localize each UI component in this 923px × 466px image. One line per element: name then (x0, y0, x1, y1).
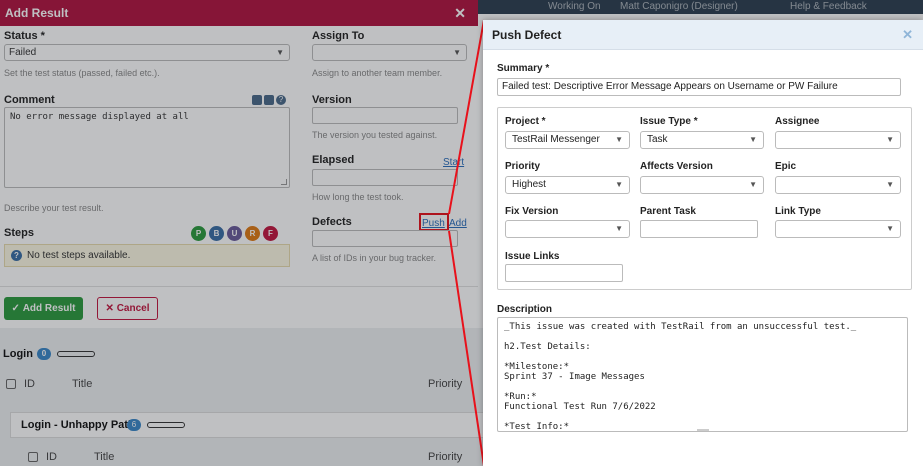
issue-type-value: Task (647, 134, 668, 145)
dialog-header: Push Defect ✕ (483, 20, 923, 50)
priority-select[interactable]: Highest ▼ (505, 176, 630, 194)
link-type-label: Link Type (775, 206, 821, 217)
assignee-select[interactable]: ▼ (775, 131, 901, 149)
project-label: Project * (505, 116, 546, 127)
callout-line-top (448, 19, 485, 215)
issue-type-label: Issue Type * (640, 116, 698, 127)
priority-label: Priority (505, 161, 541, 172)
dialog-title: Push Defect (492, 28, 562, 42)
link-type-select[interactable]: ▼ (775, 220, 901, 238)
issue-links-label: Issue Links (505, 251, 560, 262)
affects-version-label: Affects Version (640, 161, 713, 172)
issue-type-select[interactable]: Task ▼ (640, 131, 764, 149)
description-label: Description (497, 304, 553, 315)
chevron-down-icon: ▼ (886, 180, 894, 189)
parent-task-input[interactable] (640, 220, 758, 238)
push-defect-dialog: Push Defect ✕ Summary * Failed test: Des… (483, 20, 923, 466)
project-select[interactable]: TestRail Messenger ▼ (505, 131, 630, 149)
chevron-down-icon: ▼ (749, 135, 757, 144)
priority-value: Highest (512, 179, 546, 190)
chevron-down-icon: ▼ (615, 224, 623, 233)
chevron-down-icon: ▼ (615, 180, 623, 189)
summary-input[interactable]: Failed test: Descriptive Error Message A… (497, 78, 901, 96)
chevron-down-icon: ▼ (615, 135, 623, 144)
assignee-label: Assignee (775, 116, 820, 127)
affects-version-select[interactable]: ▼ (640, 176, 764, 194)
fix-version-select[interactable]: ▼ (505, 220, 630, 238)
resize-handle[interactable] (697, 429, 709, 431)
close-icon[interactable]: ✕ (902, 20, 913, 50)
project-value: TestRail Messenger (512, 134, 600, 145)
chevron-down-icon: ▼ (749, 180, 757, 189)
description-textarea[interactable]: _This issue was created with TestRail fr… (497, 317, 908, 432)
summary-value: Failed test: Descriptive Error Message A… (502, 81, 838, 92)
fix-version-label: Fix Version (505, 206, 559, 217)
chevron-down-icon: ▼ (886, 224, 894, 233)
summary-label: Summary * (497, 63, 550, 74)
callout-line-bottom (448, 230, 485, 466)
epic-select[interactable]: ▼ (775, 176, 901, 194)
parent-task-label: Parent Task (640, 206, 696, 217)
issue-links-input[interactable] (505, 264, 623, 282)
chevron-down-icon: ▼ (886, 135, 894, 144)
epic-label: Epic (775, 161, 797, 172)
